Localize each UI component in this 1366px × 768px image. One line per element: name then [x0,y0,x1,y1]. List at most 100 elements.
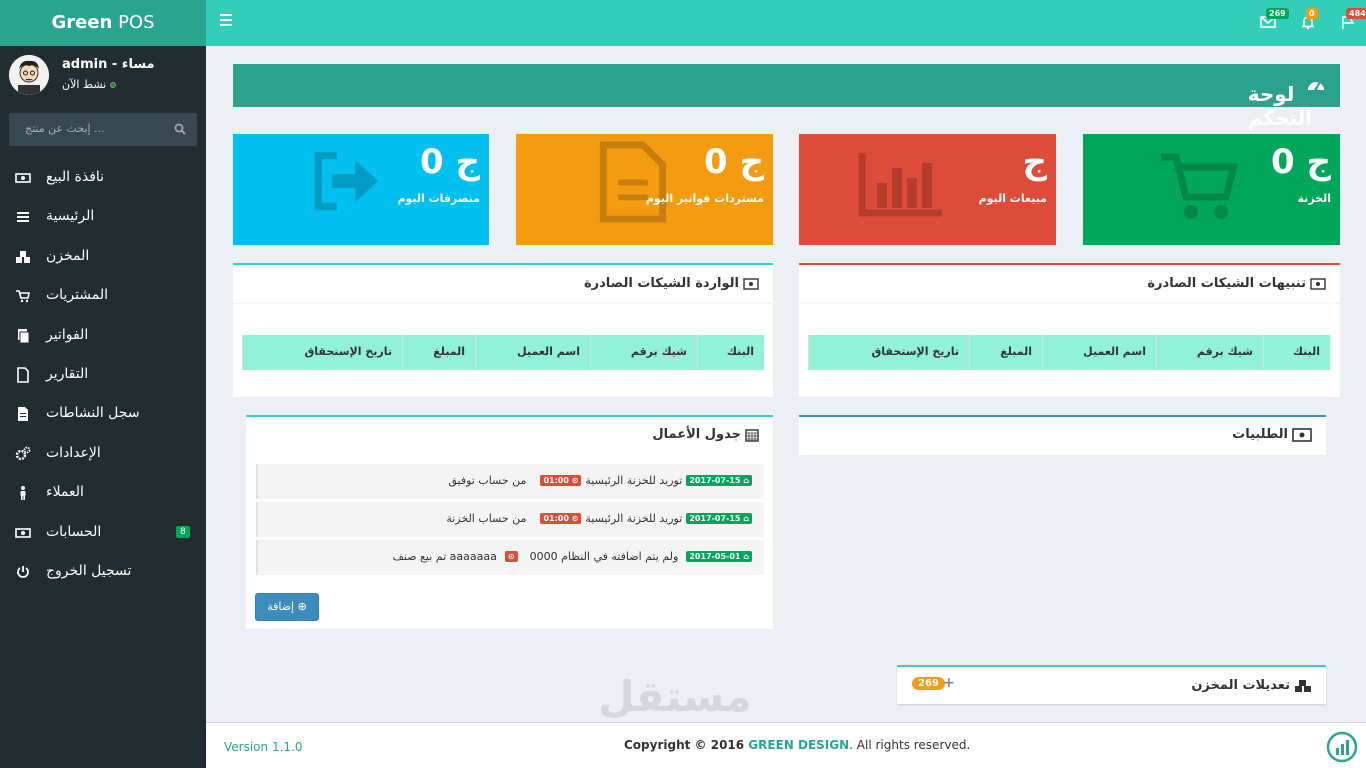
stat-box-today-expenses: 0 ج منصرفات اليوم [233,134,489,245]
stat-label: منصرفات اليوم [397,192,480,205]
sidebar-item-label: الرئيسية [46,208,95,225]
task-text: تم بيع صنف aaaaaaa [392,550,497,563]
sidebar-item-label: العملاء [46,484,84,501]
company-link[interactable]: GREEN DESIGN [748,738,849,752]
stat-label: مبيعات اليوم [978,192,1047,205]
cart-icon [1161,153,1238,219]
plus-circle-icon: ⊕ [297,600,307,613]
panel-title: تنبيهات الشيكات الصادرة [1147,276,1326,291]
power-icon [17,565,29,578]
file-icon [17,367,29,383]
task-time-badge: 01:00 ⊙ [540,475,582,486]
task-date-badge: 2017-07-15 ⌂ [686,475,752,486]
chart-logo-icon [1326,731,1358,763]
copyright-text: Copyright © 2016 GREEN DESIGN. All right… [624,738,971,752]
column-header: البنك [1263,335,1330,370]
panel-title: جدول الأعمال [652,427,759,442]
schedule-panel: جدول الأعمال توريد للخزنة الرئيسية01:00 … [246,415,773,629]
search-placeholder: إبحث عن منتج ... [25,122,105,135]
male-icon [20,486,26,501]
stat-value: 0 ج [419,142,480,182]
sidebar-item-warehouse[interactable]: المخزن [0,238,206,277]
plus-icon[interactable]: + [943,675,955,691]
task-text: توريد للخزنة الرئيسية [585,474,683,487]
task-text: توريد للخزنة الرئيسية [585,512,683,525]
sidebar-item-customers[interactable]: العملاء [0,474,206,513]
sidebar-menu: نافذة البيع الرئيسية المخزن المشتريات ال… [0,159,206,592]
panel-title: الطلبيات [1232,427,1312,442]
sidebar-item-label: نافذة البيع [46,169,105,185]
sidebar-item-label: تسجيل الخروج [46,562,132,579]
user-status-label: نشط الآن [62,78,107,91]
sidebar-item-invoices[interactable]: الفواتير [0,317,206,356]
column-header: تاريخ الإستحقاق [242,335,402,370]
money-icon [15,527,31,538]
sidebar-item-sales-window[interactable]: نافذة البيع [0,159,206,198]
sidebar-item-logout[interactable]: تسجيل الخروج [0,553,206,592]
brand-logo[interactable]: Green POS [0,0,206,46]
column-header: اسم العميل [1042,335,1156,370]
cheques-alert-table-header: البنك شيك برقم اسم العميل المبلغ تاريخ ا… [808,335,1330,370]
panel-title: الواردة الشيكات الصادرة [584,276,759,291]
calendar-icon [745,428,759,442]
column-header: تاريخ الإستحقاق [808,335,969,370]
column-header: شيك برقم [590,335,697,370]
notifications-bell-icon[interactable]: 0 [1300,8,1318,30]
brand-name-bold: Green [51,12,113,33]
footer: Version 1.1.0 Copyright © 2016 GREEN DES… [206,722,1366,768]
sidebar-item-home[interactable]: الرئيسية [0,198,206,237]
sidebar-item-label: المشتريات [46,287,109,304]
file-text-icon [599,141,667,223]
page-header: لوحة التحكم [233,64,1340,130]
stat-value: ج [1022,142,1047,182]
task-item[interactable]: توريد للخزنة الرئيسية01:00 ⊙ من حساب الخز… [256,502,764,537]
stock-adjustments-panel: تعديلات المخزن 269 + [897,665,1326,704]
file-text-icon [18,407,28,422]
sidebar-item-reports[interactable]: التقارير [0,356,206,395]
column-header: شيك برقم [1156,335,1263,370]
money-icon [15,173,31,183]
files-icon [18,328,30,344]
cheques-incoming-panel: الواردة الشيكات الصادرة البنك شيك برقم ا… [233,263,773,397]
task-item[interactable]: توريد للخزنة الرئيسية01:00 ⊙ من حساب توفي… [256,464,764,499]
user-status: نشط الآن [62,78,117,91]
product-search-input[interactable]: إبحث عن منتج ... [9,113,197,146]
flag-icon[interactable]: 484 [1340,8,1366,30]
sidebar-item-label: سجل النشاطات [46,405,140,422]
task-date-badge: 2017-07-15 ⌂ [686,513,752,524]
sidebar-toggle-icon[interactable] [220,14,232,26]
sidebar-item-activity-log[interactable]: سجل النشاطات [0,395,206,434]
user-panel: admin - مساء نشط الآن [9,55,199,99]
sidebar-item-accounts[interactable]: الحسابات 8 [0,514,206,553]
sidebar: admin - مساء نشط الآن إبحث عن منتج ... ن… [0,46,206,768]
messages-icon[interactable]: 269 [1260,8,1289,30]
add-task-button[interactable]: إضافة ⊕ [255,593,319,621]
money-icon [1292,427,1312,442]
sidebar-item-label: الفواتير [46,326,89,343]
sidebar-item-label: الإعدادات [46,444,101,461]
sign-out-icon [314,151,379,211]
user-name: admin - مساء [62,57,155,72]
search-icon[interactable] [174,123,186,135]
online-dot-icon [110,82,117,88]
column-header: اسم العميل [475,335,590,370]
panel-title: تعديلات المخزن [1191,678,1312,693]
gears-icon [15,446,31,460]
task-date-badge: 2017-05-01 ⌂ [686,551,752,562]
version-text: Version 1.1.0 [224,740,303,754]
cubes-icon [1295,679,1311,692]
top-navbar: 269 0 484 [206,0,1366,46]
orders-panel: الطلبيات [799,415,1326,455]
column-header: المبلغ [969,335,1042,370]
sidebar-item-label: الحسابات [46,523,102,540]
stat-box-treasury: 0 ج الخزنة [1083,134,1340,245]
stock-adjust-count-badge: 269 [912,677,945,690]
accounts-count-badge: 8 [176,525,190,538]
sidebar-item-settings[interactable]: الإعدادات [0,435,206,474]
task-item[interactable]: تم بيع صنف aaaaaaa ⊙ ولم يتم اضافته في الن… [256,540,764,575]
avatar [9,55,49,95]
stat-value: 0 ج [1270,142,1331,182]
list-icon [17,212,29,223]
sidebar-item-purchases[interactable]: المشتريات [0,277,206,316]
stat-label: مستردات فواتير اليوم [645,192,764,205]
